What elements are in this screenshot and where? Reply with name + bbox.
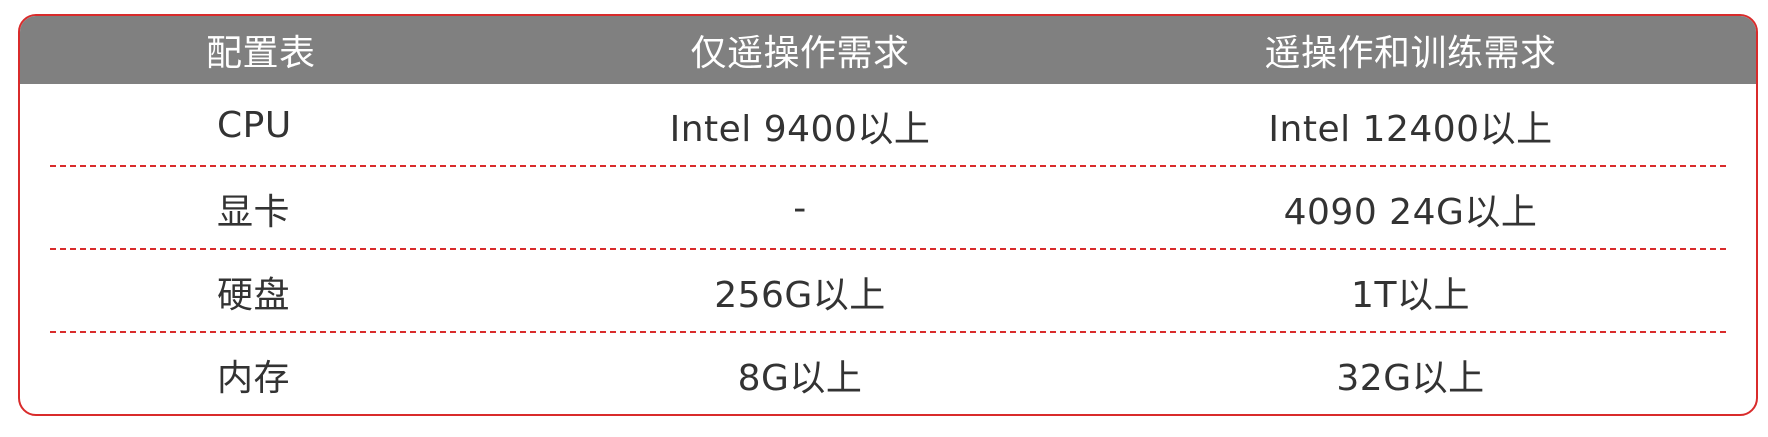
teleop-training-value: 4090 24G以上 <box>1283 191 1538 233</box>
row-label: 内存 <box>217 357 291 399</box>
teleop-only-value: Intel 9400以上 <box>669 108 931 150</box>
table-header-row: 配置表 仅遥操作需求 遥操作和训练需求 <box>20 16 1756 84</box>
teleop-training-value: 32G以上 <box>1336 357 1485 399</box>
teleop-only-value: 256G以上 <box>714 274 886 316</box>
row-label: CPU <box>217 105 292 146</box>
row-label: 硬盘 <box>217 274 291 316</box>
header-teleop-only: 仅遥操作需求 <box>690 33 910 74</box>
teleop-training-value: 1T以上 <box>1351 274 1470 316</box>
table-row-gpu: 显卡 - 4090 24G以上 <box>20 167 1756 250</box>
table-row-cpu: CPU Intel 9400以上 Intel 12400以上 <box>20 84 1756 167</box>
config-table: 配置表 仅遥操作需求 遥操作和训练需求 CPU Intel 9400以上 Int… <box>18 14 1758 416</box>
teleop-only-value: 8G以上 <box>737 357 863 399</box>
teleop-training-value: Intel 12400以上 <box>1268 108 1553 150</box>
teleop-only-value: - <box>793 188 807 229</box>
header-teleop-and-training: 遥操作和训练需求 <box>1264 33 1557 74</box>
table-row-memory: 内存 8G以上 32G以上 <box>20 333 1756 414</box>
header-config: 配置表 <box>206 33 316 74</box>
table-row-disk: 硬盘 256G以上 1T以上 <box>20 250 1756 333</box>
row-label: 显卡 <box>217 191 291 233</box>
